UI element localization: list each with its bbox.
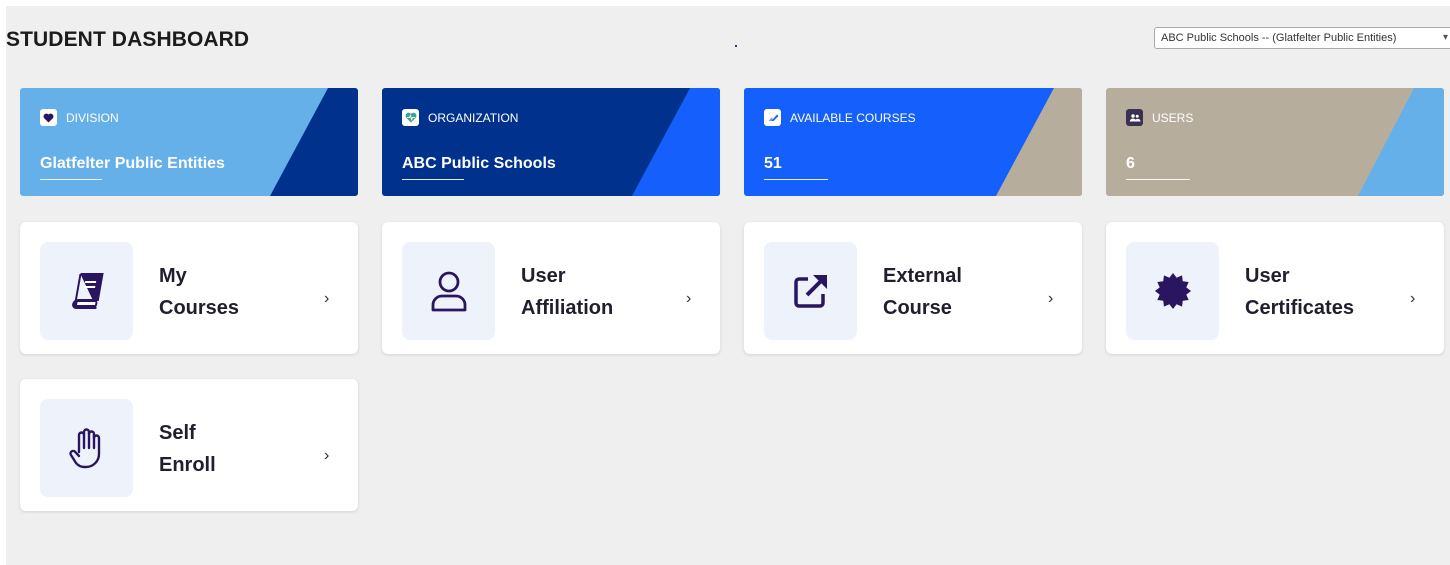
tile-label-line1: External: [883, 265, 962, 287]
chevron-down-icon: ▾: [1443, 32, 1449, 43]
stat-underline: [402, 179, 464, 180]
eraser-icon: [764, 109, 781, 126]
tile-label-line1: User: [1245, 265, 1290, 287]
stat-label: AVAILABLE COURSES: [790, 110, 916, 125]
chevron-right-icon: ›: [1048, 290, 1054, 307]
stat-card-users: USERS 6: [1106, 88, 1444, 196]
book-icon: [71, 273, 104, 309]
heart-icon: [40, 109, 57, 126]
page-title: STUDENT DASHBOARD: [6, 28, 250, 51]
chevron-right-icon: ›: [686, 290, 692, 307]
tile-label-line1: Self: [159, 422, 196, 444]
external-link-icon: [793, 275, 827, 308]
organization-select-value: ABC Public Schools -- (Glatfelter Public…: [1161, 32, 1397, 44]
stat-underline: [764, 179, 828, 180]
stat-value: Glatfelter Public Entities: [40, 155, 225, 172]
hand-icon: [68, 428, 100, 469]
stat-label: ORGANIZATION: [428, 110, 519, 125]
chevron-right-icon: ›: [1410, 290, 1416, 307]
stat-label: USERS: [1152, 110, 1194, 125]
stat-card-division: DIVISION Glatfelter Public Entities: [20, 88, 358, 196]
self-enroll-tile[interactable]: Self Enroll ›: [20, 379, 358, 511]
external-course-tile[interactable]: External Course ›: [744, 222, 1082, 354]
tile-icon-box: [764, 242, 857, 340]
tile-label-line1: My: [159, 265, 187, 287]
tile-icon-box: [40, 242, 133, 340]
tile-label-line2: Certificates: [1245, 297, 1354, 319]
heartbeat-icon: [402, 109, 419, 126]
users-icon: [1126, 109, 1143, 126]
tile-icon-box: [1126, 242, 1219, 340]
stat-value: 51: [764, 155, 782, 172]
stat-value: 6: [1126, 155, 1135, 172]
chevron-right-icon: ›: [324, 290, 330, 307]
tile-icon-box: [402, 242, 495, 340]
organization-select[interactable]: ABC Public Schools -- (Glatfelter Public…: [1154, 27, 1450, 49]
stat-underline: [1126, 179, 1190, 180]
chevron-right-icon: ›: [324, 447, 330, 464]
user-icon: [431, 271, 466, 312]
tile-label-line2: Affiliation: [521, 297, 614, 319]
stat-underline: [40, 179, 102, 180]
stat-card-available-courses: AVAILABLE COURSES 51: [744, 88, 1082, 196]
tile-label-line1: User: [521, 265, 566, 287]
tile-label-line2: Courses: [159, 297, 240, 319]
my-courses-tile[interactable]: My Courses ›: [20, 222, 358, 354]
stat-value: ABC Public Schools: [402, 155, 556, 172]
stat-label: DIVISION: [66, 110, 119, 125]
user-affiliation-tile[interactable]: User Affiliation ›: [382, 222, 720, 354]
certificate-badge-icon: [1154, 272, 1191, 310]
dashboard-page: STUDENT DASHBOARD ABC Public Schools -- …: [6, 6, 1450, 565]
user-certificates-tile[interactable]: User Certificates ›: [1106, 222, 1444, 354]
decorative-dot: [735, 45, 737, 47]
stat-card-organization: ORGANIZATION ABC Public Schools: [382, 88, 720, 196]
tile-label-line2: Course: [883, 297, 952, 319]
tile-label-line2: Enroll: [159, 454, 216, 476]
tile-icon-box: [40, 399, 133, 497]
